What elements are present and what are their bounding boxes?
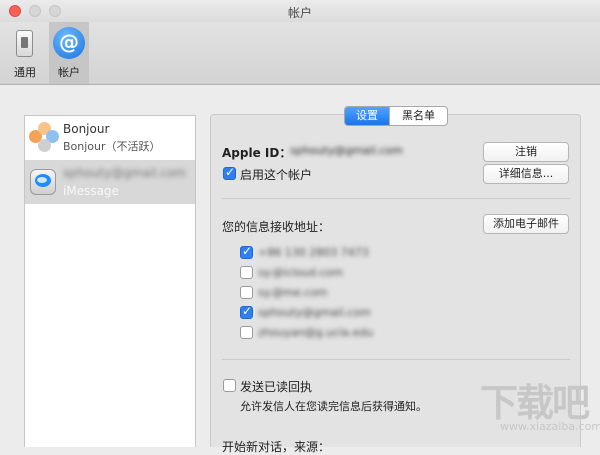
- window-title: 帐户: [287, 6, 312, 20]
- account-name: Bonjour: [63, 122, 110, 136]
- tab-settings[interactable]: 设置: [345, 107, 389, 125]
- separator: [222, 359, 570, 360]
- separator: [222, 198, 570, 199]
- add-email-button[interactable]: 添加电子邮件: [483, 214, 569, 234]
- address-checkbox[interactable]: [240, 266, 253, 279]
- details-button[interactable]: 详细信息...: [483, 164, 569, 184]
- toolbar-label-accounts: 帐户: [58, 66, 80, 79]
- account-subtitle: iMessage: [63, 184, 119, 198]
- apple-id-label: Apple ID：: [222, 146, 292, 160]
- bonjour-icon: [29, 122, 59, 152]
- address-value: sy.@me.com: [258, 286, 328, 299]
- account-name: sphouty@gmail.com: [63, 166, 186, 180]
- title-bar: 帐户: [0, 0, 600, 22]
- account-item-imessage[interactable]: sphouty@gmail.com iMessage: [25, 160, 195, 204]
- signout-button[interactable]: 注销: [483, 142, 569, 162]
- address-checkbox[interactable]: [240, 304, 253, 319]
- read-receipt-checkbox[interactable]: [223, 379, 236, 392]
- toolbar: 通用 @ 帐户: [0, 22, 600, 85]
- toolbar-label-general: 通用: [14, 66, 36, 79]
- switch-icon: [16, 30, 33, 57]
- watermark-url: www.xiazaiba.com: [500, 420, 600, 433]
- toolbar-item-accounts[interactable]: @ 帐户: [49, 22, 89, 84]
- account-item-bonjour[interactable]: Bonjour Bonjour（不活跃）: [25, 116, 195, 160]
- address-checkbox[interactable]: [240, 326, 253, 339]
- address-value: sy.@icloud.com: [258, 266, 344, 279]
- address-value: zhouyan@g.ucla.edu: [258, 326, 374, 339]
- address-value: +86 130 2803 7473: [258, 246, 369, 259]
- tab-control: 设置 黑名单: [344, 106, 448, 126]
- apple-id-value: sphouty@gmail.com: [290, 144, 403, 157]
- address-value: sphouty@gmail.com: [258, 306, 371, 319]
- account-subtitle: Bonjour（不活跃）: [63, 140, 161, 153]
- at-icon: @: [53, 27, 85, 59]
- toolbar-item-general[interactable]: 通用: [3, 22, 47, 84]
- address-checkbox[interactable]: [240, 244, 253, 259]
- read-receipt-description: 允许发信人在您读完信息后获得通知。: [240, 400, 427, 413]
- read-receipt-label: 发送已读回执: [240, 380, 313, 394]
- receive-address-label: 您的信息接收地址：: [222, 220, 331, 234]
- address-checkbox[interactable]: [240, 286, 253, 299]
- tab-blacklist[interactable]: 黑名单: [389, 107, 447, 125]
- enable-account-checkbox[interactable]: [223, 165, 236, 180]
- imessage-icon: [30, 169, 56, 195]
- enable-account-label: 启用这个帐户: [240, 168, 313, 182]
- accounts-sidebar: Bonjour Bonjour（不活跃） sphouty@gmail.com i…: [24, 115, 196, 447]
- watermark-logo: 下载吧: [480, 380, 590, 425]
